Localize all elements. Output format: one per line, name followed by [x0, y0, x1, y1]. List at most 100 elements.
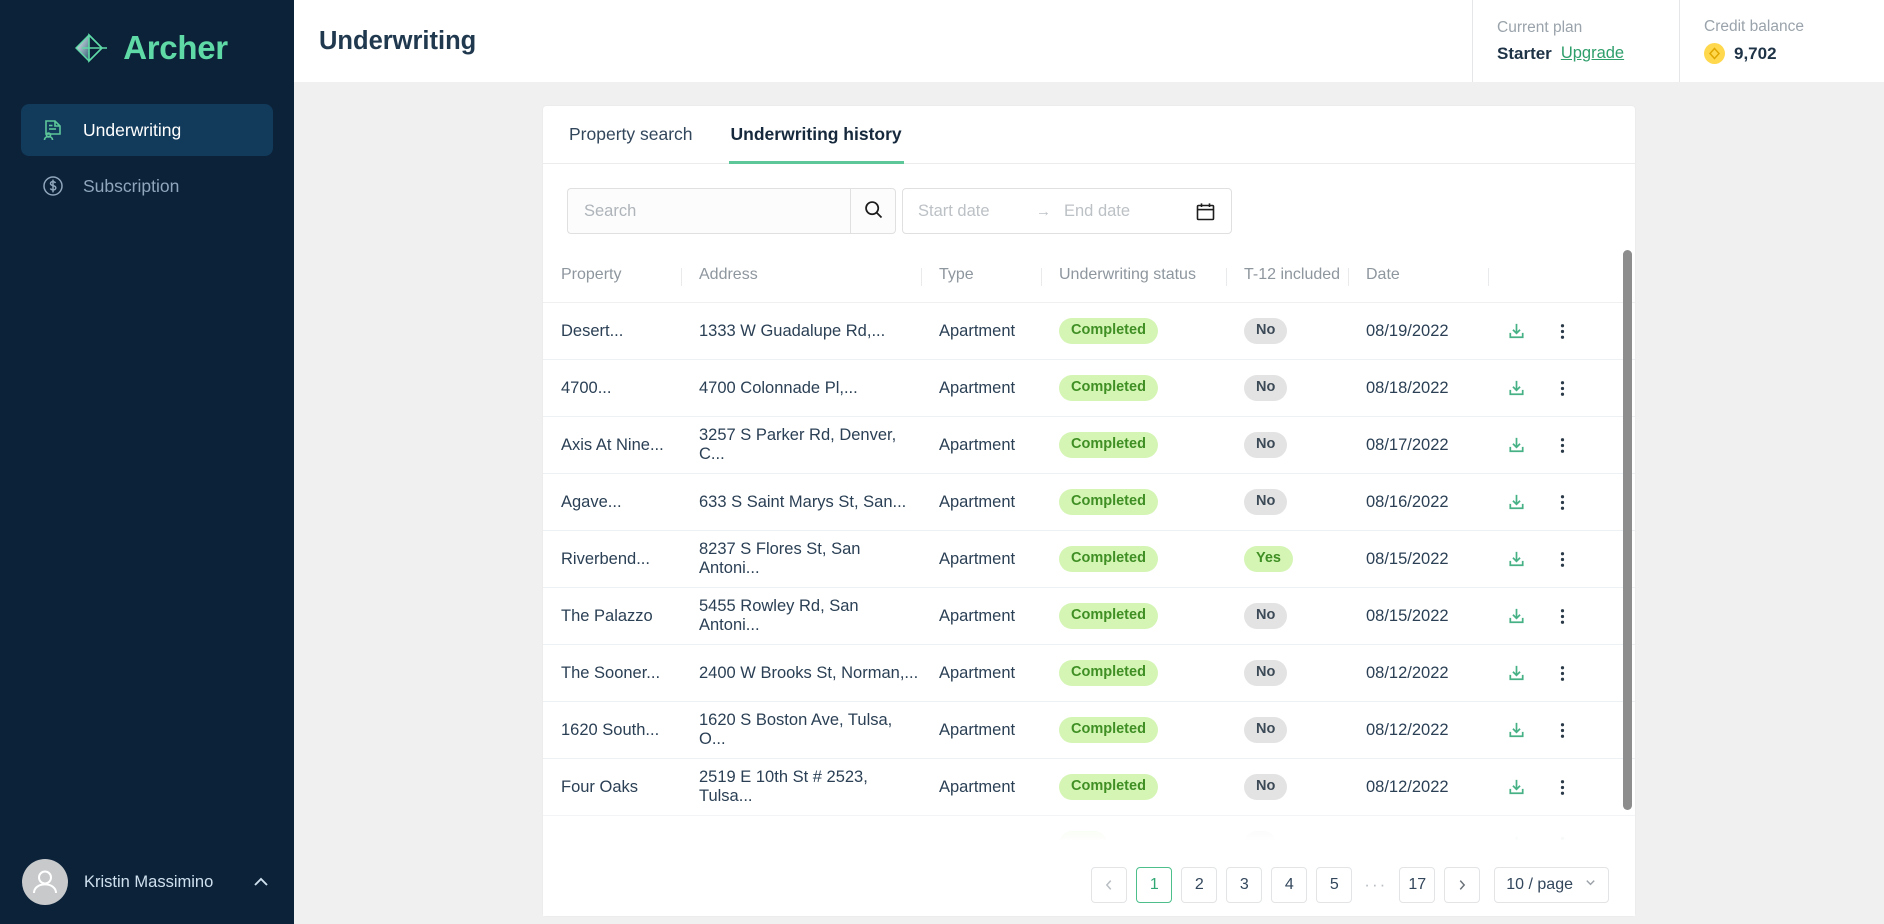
cell-t12-included: No [1226, 416, 1348, 474]
download-icon[interactable] [1506, 606, 1527, 627]
table-row[interactable]: Riverbend... 8237 S Flores St, San Antoni… [543, 530, 1635, 588]
download-icon[interactable] [1506, 492, 1527, 513]
status-badge: Completed [1059, 603, 1158, 629]
t12-badge: No [1244, 774, 1288, 800]
download-icon[interactable] [1506, 435, 1527, 456]
content-wrapper: Property search Underwriting history Sea… [294, 82, 1884, 924]
download-icon[interactable] [1506, 321, 1527, 342]
cell-date: 08/12/2022 [1348, 701, 1488, 759]
sidebar-user-menu[interactable]: Kristin Massimino [0, 840, 294, 924]
table-row[interactable]: Four Oaks 2519 E 10th St # 2523, Tulsa...… [543, 758, 1635, 816]
pagination-page-3[interactable]: 3 [1226, 867, 1263, 903]
cell-property: Agave... [543, 473, 681, 531]
status-badge: Completed [1059, 432, 1158, 458]
column-header-address[interactable]: Address [681, 250, 921, 303]
table-row[interactable]: Agave... 633 S Saint Marys St, San... Apar… [543, 473, 1635, 531]
column-header-actions [1488, 250, 1635, 303]
user-avatar-icon [22, 859, 68, 905]
cell-property: Riverbend... [543, 530, 681, 588]
table-row-partial[interactable] [543, 815, 1635, 855]
cell-address: 3257 S Parker Rd, Denver, C... [681, 416, 921, 474]
cell-date: 08/17/2022 [1348, 416, 1488, 474]
column-header-property[interactable]: Property [543, 250, 681, 303]
download-icon[interactable] [1506, 663, 1527, 684]
more-vertical-icon[interactable] [1553, 493, 1572, 512]
upgrade-link[interactable]: Upgrade [1561, 44, 1624, 63]
table-row[interactable]: Desert... 1333 W Guadalupe Rd,... Apartmen… [543, 302, 1635, 360]
table-row[interactable]: 4700... 4700 Colonnade Pl,... Apartment Com… [543, 359, 1635, 417]
cell-t12-included: No [1226, 302, 1348, 360]
table-head: Property Address Type Underwriting statu… [543, 250, 1635, 303]
brand-name: Archer [123, 29, 228, 66]
tab-bar: Property search Underwriting history [543, 106, 1635, 164]
tab-underwriting-history[interactable]: Underwriting history [728, 106, 904, 164]
cell-t12-included: No [1226, 359, 1348, 417]
search-button[interactable] [850, 188, 896, 234]
cell-type: Apartment [921, 473, 1041, 531]
column-header-underwriting-status[interactable]: Underwriting status [1041, 250, 1226, 303]
pagination-prev-button[interactable] [1091, 867, 1128, 903]
more-vertical-icon[interactable] [1553, 664, 1572, 683]
cell-actions [1488, 644, 1635, 702]
sidebar-item-subscription[interactable]: Subscription [21, 160, 273, 212]
calendar-icon[interactable] [1195, 201, 1216, 222]
cell-address: 8237 S Flores St, San Antoni... [681, 530, 921, 588]
table-scrollbar[interactable] [1623, 250, 1632, 810]
pagination-page-4[interactable]: 4 [1271, 867, 1308, 903]
column-header-t12-included[interactable]: T-12 included [1226, 250, 1348, 303]
cell-address: 4700 Colonnade Pl,... [681, 359, 921, 417]
download-icon[interactable] [1506, 834, 1527, 855]
cell-property: 4700... [543, 359, 681, 417]
pagination-next-button[interactable] [1444, 867, 1481, 903]
download-icon[interactable] [1506, 777, 1527, 798]
end-date-field[interactable]: End date [1064, 202, 1195, 221]
more-vertical-icon[interactable] [1553, 835, 1572, 854]
cell-type: Apartment [921, 530, 1041, 588]
t12-badge: No [1244, 432, 1288, 458]
search-input[interactable] [567, 188, 850, 234]
tab-property-search[interactable]: Property search [567, 106, 695, 163]
more-vertical-icon[interactable] [1553, 607, 1572, 626]
cell-property [543, 815, 681, 854]
chevron-up-icon[interactable] [250, 871, 272, 893]
cell-date [1348, 815, 1488, 854]
column-header-date[interactable]: Date [1348, 250, 1488, 303]
pagination-page-2[interactable]: 2 [1181, 867, 1218, 903]
date-range-picker[interactable]: Start date → End date [902, 188, 1232, 234]
download-icon[interactable] [1506, 720, 1527, 741]
cell-date: 08/12/2022 [1348, 644, 1488, 702]
credit-balance-box: Credit balance 9,702 [1679, 0, 1884, 82]
table-row[interactable]: The Palazzo 5455 Rowley Rd, San Antoni...… [543, 587, 1635, 645]
sidebar-item-underwriting[interactable]: Underwriting [21, 104, 273, 156]
cell-actions [1488, 587, 1635, 645]
cell-type: Apartment [921, 416, 1041, 474]
table-row[interactable]: 1620 South... 1620 S Boston Ave, Tulsa, O… [543, 701, 1635, 759]
more-vertical-icon[interactable] [1553, 550, 1572, 569]
more-vertical-icon[interactable] [1553, 436, 1572, 455]
pagination-page-5[interactable]: 5 [1316, 867, 1353, 903]
more-vertical-icon[interactable] [1553, 379, 1572, 398]
t12-badge [1244, 831, 1277, 854]
more-vertical-icon[interactable] [1553, 778, 1572, 797]
cell-date: 08/18/2022 [1348, 359, 1488, 417]
pagination-page-last[interactable]: 17 [1399, 867, 1436, 903]
cell-t12-included: No [1226, 644, 1348, 702]
cell-date: 08/15/2022 [1348, 530, 1488, 588]
download-icon[interactable] [1506, 378, 1527, 399]
download-icon[interactable] [1506, 549, 1527, 570]
start-date-field[interactable]: Start date [918, 202, 1036, 221]
pagination-ellipsis[interactable]: ··· [1361, 875, 1390, 895]
cell-underwriting-status: Completed [1041, 359, 1226, 417]
page-size-selector[interactable]: 10 / page [1494, 867, 1609, 903]
more-vertical-icon[interactable] [1553, 322, 1572, 341]
column-header-type[interactable]: Type [921, 250, 1041, 303]
pagination: 1 2 3 4 5 ··· 17 10 / page [543, 854, 1635, 916]
table-row[interactable]: Axis At Nine... 3257 S Parker Rd, Denver,… [543, 416, 1635, 474]
cell-underwriting-status: Completed [1041, 473, 1226, 531]
cell-date: 08/12/2022 [1348, 758, 1488, 816]
more-vertical-icon[interactable] [1553, 721, 1572, 740]
table-row[interactable]: The Sooner... 2400 W Brooks St, Norman,..… [543, 644, 1635, 702]
pagination-page-1[interactable]: 1 [1136, 867, 1173, 903]
cell-t12-included: No [1226, 473, 1348, 531]
cell-type: Apartment [921, 758, 1041, 816]
